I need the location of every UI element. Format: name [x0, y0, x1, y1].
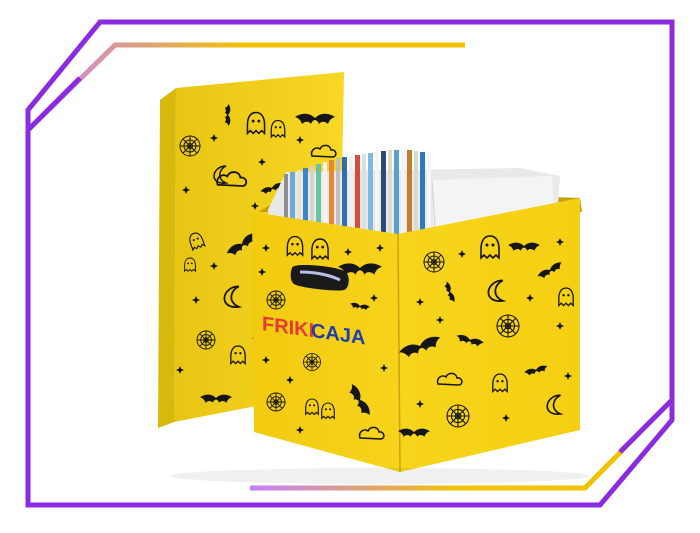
storage-box: FRIKI CAJA [252, 150, 582, 473]
product-scene: FRIKI CAJA [25, 19, 675, 508]
ground-shadow [170, 468, 590, 484]
